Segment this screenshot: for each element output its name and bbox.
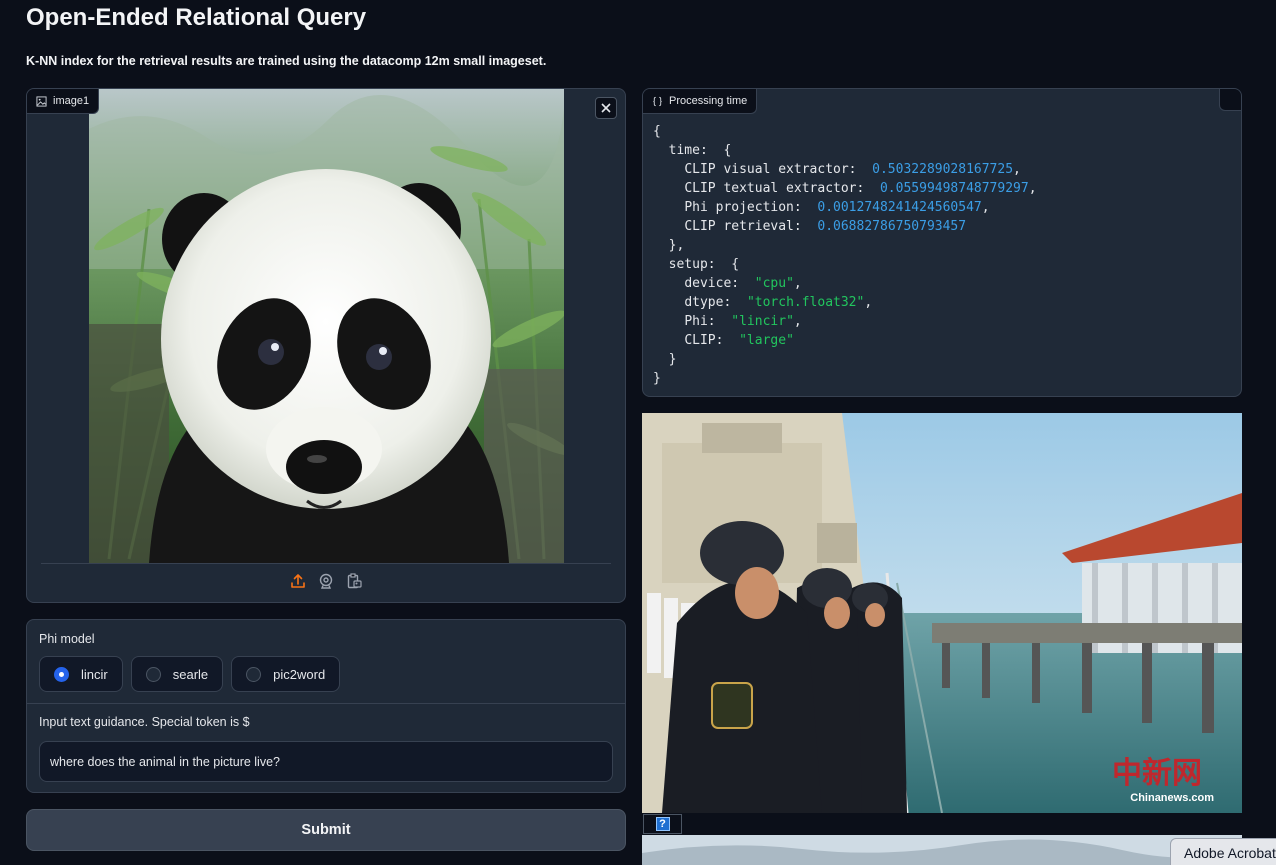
phi-model-label: Phi model bbox=[39, 632, 95, 646]
json-key: device: bbox=[684, 276, 740, 291]
image-input-panel: image1 bbox=[26, 88, 626, 603]
text-guidance-input[interactable] bbox=[39, 741, 613, 782]
json-brace: { bbox=[653, 124, 661, 139]
json-key: CLIP: bbox=[684, 333, 724, 348]
json-value-phi-projection: 0.0012748241424560547 bbox=[817, 200, 982, 215]
image-input-label-text: image1 bbox=[53, 95, 90, 107]
json-line: Phi projection: 0.0012748241424560547, bbox=[684, 200, 990, 215]
phi-model-radio-group: lincir searle pic2word bbox=[39, 656, 341, 692]
json-value-dtype: "torch.float32" bbox=[746, 295, 865, 310]
json-line: time: { bbox=[668, 143, 732, 158]
query-form-panel: Phi model lincir searle pic2word Input t… bbox=[26, 619, 626, 793]
watermark-en: Chinanews.com bbox=[1130, 792, 1214, 804]
phi-option-searle-label: searle bbox=[172, 666, 209, 682]
json-line: CLIP textual extractor: 0.05599498748779… bbox=[684, 181, 1037, 196]
copy-json-button[interactable] bbox=[1219, 89, 1241, 111]
second-result-image[interactable] bbox=[642, 835, 1242, 865]
upload-icon bbox=[291, 574, 305, 588]
json-line: }, bbox=[653, 238, 685, 253]
watermark-cn: 中新网 bbox=[1112, 756, 1202, 791]
gallery-thumbnail[interactable]: ? bbox=[643, 814, 682, 834]
image-icon bbox=[36, 95, 47, 107]
phi-option-pic2word-label: pic2word bbox=[273, 666, 326, 682]
adobe-acrobat-tab[interactable]: Adobe Acrobat bbox=[1170, 838, 1276, 865]
close-icon bbox=[601, 103, 611, 113]
panda-image bbox=[89, 89, 564, 563]
json-value-phi: "lincir" bbox=[731, 314, 794, 329]
json-value-clip-visual: 0.5032289028167725 bbox=[872, 162, 1014, 177]
text-guidance-label: Input text guidance. Special token is $ bbox=[39, 715, 250, 729]
radio-unchecked-icon[interactable] bbox=[246, 666, 262, 682]
image-source-selector bbox=[27, 573, 625, 595]
json-line: device: "cpu", bbox=[684, 276, 802, 291]
json-key: Phi: bbox=[684, 314, 716, 329]
radio-unchecked-icon[interactable] bbox=[145, 666, 161, 682]
json-key: CLIP retrieval: bbox=[684, 219, 802, 234]
json-brace: } bbox=[653, 371, 661, 386]
clipboard-button[interactable] bbox=[346, 573, 362, 589]
json-line: Phi: "lincir", bbox=[684, 314, 802, 329]
form-divider bbox=[27, 703, 625, 704]
upload-button[interactable] bbox=[290, 573, 306, 589]
json-line: CLIP visual extractor: 0.503228902816772… bbox=[684, 162, 1021, 177]
page-title: Open-Ended Relational Query bbox=[26, 4, 367, 31]
phi-option-searle[interactable]: searle bbox=[130, 656, 224, 692]
phi-option-pic2word[interactable]: pic2word bbox=[231, 656, 341, 692]
json-value-clip-retrieval: 0.06882786750793457 bbox=[817, 219, 967, 234]
json-value-clip: "large" bbox=[739, 333, 794, 348]
broken-image-icon: ? bbox=[655, 817, 670, 831]
json-key: CLIP textual extractor: bbox=[684, 181, 865, 196]
processing-time-label-text: Processing time bbox=[669, 95, 748, 107]
radio-checked-icon[interactable] bbox=[54, 666, 69, 682]
image-input-label: image1 bbox=[27, 89, 100, 114]
json-icon bbox=[653, 96, 662, 106]
clear-image-button[interactable] bbox=[595, 97, 617, 119]
json-line: } bbox=[653, 369, 1037, 388]
clipboard-icon bbox=[347, 573, 362, 589]
processing-time-label: Processing time bbox=[643, 89, 758, 114]
json-key: dtype: bbox=[684, 295, 732, 310]
result-image[interactable]: 中新网 Chinanews.com bbox=[642, 413, 1242, 813]
phi-option-lincir-label: lincir bbox=[81, 666, 108, 682]
json-line: setup: { bbox=[668, 257, 740, 272]
json-line: } bbox=[653, 352, 677, 367]
image-divider bbox=[41, 563, 611, 564]
processing-json: { time: { CLIP visual extractor: 0.50322… bbox=[653, 122, 1037, 388]
json-line: { bbox=[653, 122, 1037, 141]
json-key-time: time: bbox=[668, 143, 708, 158]
json-line: CLIP retrieval: 0.06882786750793457 bbox=[653, 217, 1037, 236]
phi-option-lincir[interactable]: lincir bbox=[39, 656, 123, 692]
json-key-setup: setup: bbox=[668, 257, 716, 272]
json-line: dtype: "torch.float32", bbox=[684, 295, 873, 310]
json-key: CLIP visual extractor: bbox=[684, 162, 857, 177]
submit-button[interactable]: Submit bbox=[26, 809, 626, 851]
processing-time-panel: Processing time { time: { CLIP visual ex… bbox=[642, 88, 1242, 397]
json-line: CLIP: "large" bbox=[653, 331, 1037, 350]
json-key: Phi projection: bbox=[684, 200, 802, 215]
webcam-icon bbox=[319, 573, 333, 589]
json-value-clip-textual: 0.05599498748779297 bbox=[879, 181, 1029, 196]
webcam-button[interactable] bbox=[318, 573, 334, 589]
page-description: K-NN index for the retrieval results are… bbox=[26, 54, 547, 68]
json-value-device: "cpu" bbox=[754, 276, 794, 291]
